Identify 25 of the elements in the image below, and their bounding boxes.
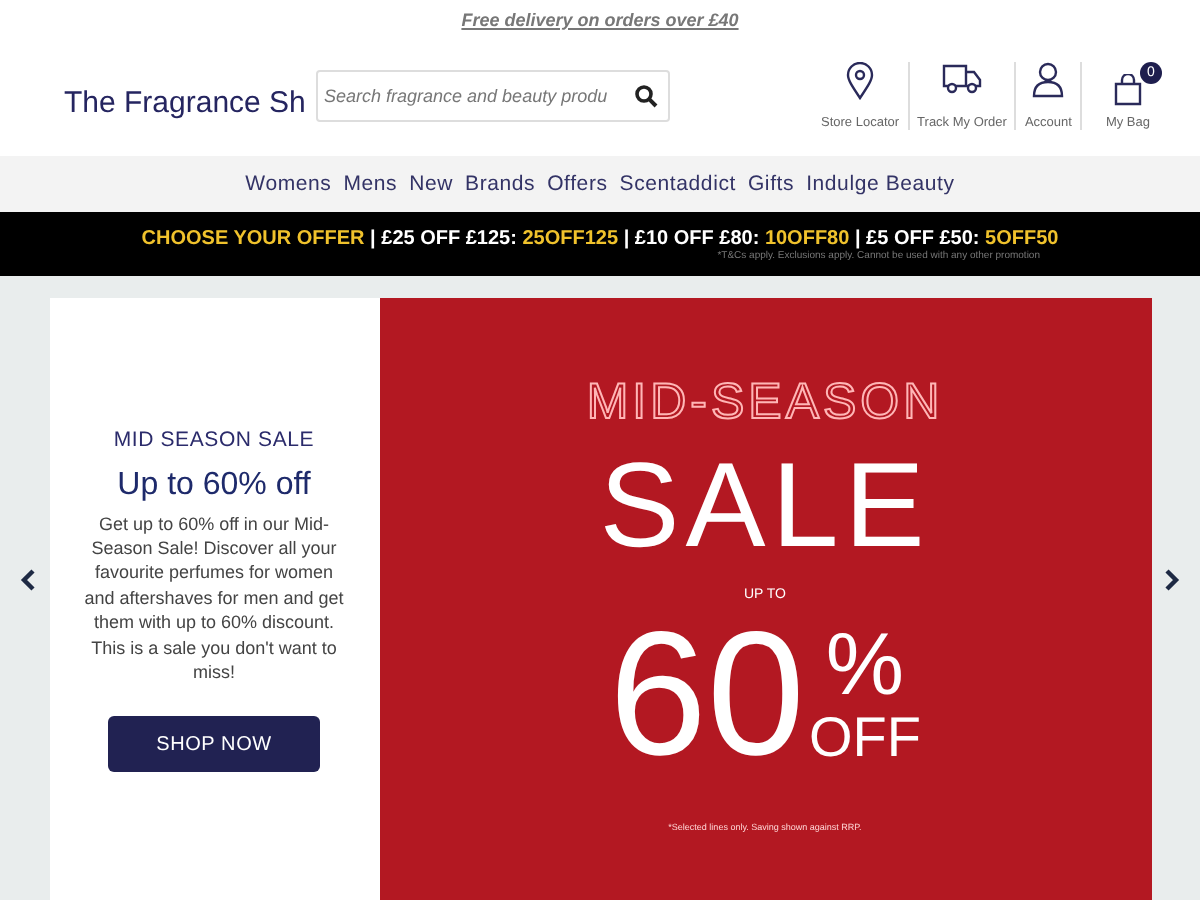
person-icon — [1032, 62, 1065, 98]
offer-text: CHOOSE YOUR OFFER | £25 OFF £125: 25OFF125 | £10 OFF £80: 10OFF80 | £5 OFF £50: 5OFF50 — [141, 227, 1059, 249]
search-icon[interactable] — [634, 84, 658, 108]
banner-subtitle: MID-SEASON — [586, 374, 944, 432]
discount-number: 60 — [609, 606, 805, 782]
eyebrow-text: MID SEASON SALE — [113, 427, 315, 452]
percent-sign: % — [825, 622, 904, 710]
nav-link[interactable]: Gifts — [747, 172, 795, 196]
nav-link[interactable]: Mens — [343, 172, 398, 196]
promo-heading: Up to 60% off — [117, 467, 311, 504]
nav-link[interactable]: New — [409, 172, 454, 196]
nav-link[interactable]: Scentaddict — [619, 172, 736, 196]
banner-title: SALE — [599, 444, 931, 568]
truck-icon — [942, 62, 982, 94]
nav-link[interactable]: Offers — [547, 172, 608, 196]
search-field[interactable]: Search fragrance and beauty produ — [316, 70, 670, 122]
free-delivery-link[interactable]: Free delivery on orders over £40 — [461, 9, 739, 29]
promo-description: Get up to 60% off in our Mid-Season Sale! Discover all your favourite perfumes for women and aftershaves for men and get them with up to 60% discount. This is a sale you don't want to miss! — [82, 511, 346, 685]
nav-link[interactable]: Womens — [245, 172, 332, 196]
off-label: OFF — [808, 710, 921, 766]
nav-link[interactable]: Indulge Beauty — [806, 172, 955, 196]
nav-link[interactable]: Brands — [465, 172, 536, 196]
bag-icon — [1113, 74, 1142, 106]
shop-now-button[interactable]: SHOP NOW — [108, 716, 320, 773]
location-pin-icon — [846, 62, 875, 100]
